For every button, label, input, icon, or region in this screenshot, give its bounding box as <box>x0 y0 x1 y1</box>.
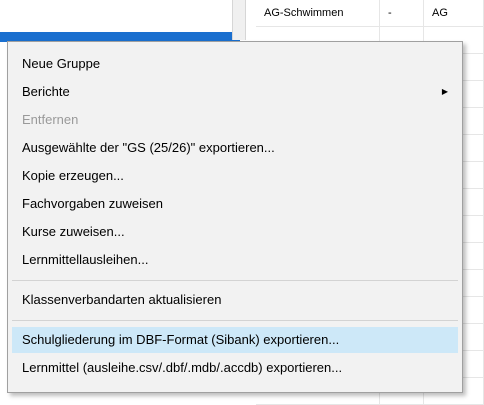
menu-item-lernmittel-export[interactable]: Lernmittel (ausleihe.csv/.dbf/.mdb/.accd… <box>12 355 458 381</box>
menu-item-label: Berichte <box>22 84 70 99</box>
menu-item-export-selected[interactable]: Ausgewählte der "GS (25/26)" exportieren… <box>12 135 458 161</box>
menu-separator <box>12 280 458 281</box>
menu-item-schulgliederung-export[interactable]: Schulgliederung im DBF-Format (Sibank) e… <box>12 327 458 353</box>
menu-item-kopie-erzeugen[interactable]: Kopie erzeugen... <box>12 163 458 189</box>
menu-item-lernmittelausleihen[interactable]: Lernmittellausleihen... <box>12 247 458 273</box>
menu-item-entfernen[interactable]: Entfernen <box>12 107 458 133</box>
menu-item-neue-gruppe[interactable]: Neue Gruppe <box>12 51 458 77</box>
table-cell: AG-Schwimmen <box>256 0 380 26</box>
menu-separator <box>12 320 458 321</box>
submenu-arrow-icon: ▶ <box>441 87 448 96</box>
table-cell: AG <box>424 0 484 26</box>
table-row[interactable]: AG-Schwimmen - AG <box>256 0 484 27</box>
tree-panel <box>0 0 232 32</box>
menu-item-fachvorgaben-zuweisen[interactable]: Fachvorgaben zuweisen <box>12 191 458 217</box>
menu-item-kurse-zuweisen[interactable]: Kurse zuweisen... <box>12 219 458 245</box>
table-cell: - <box>380 0 424 26</box>
panel-splitter[interactable] <box>232 0 246 40</box>
context-menu: Neue Gruppe Berichte ▶ Entfernen Ausgewä… <box>7 41 463 393</box>
menu-item-klassenverbandarten[interactable]: Klassenverbandarten aktualisieren <box>12 287 458 313</box>
menu-item-berichte[interactable]: Berichte ▶ <box>12 79 458 105</box>
